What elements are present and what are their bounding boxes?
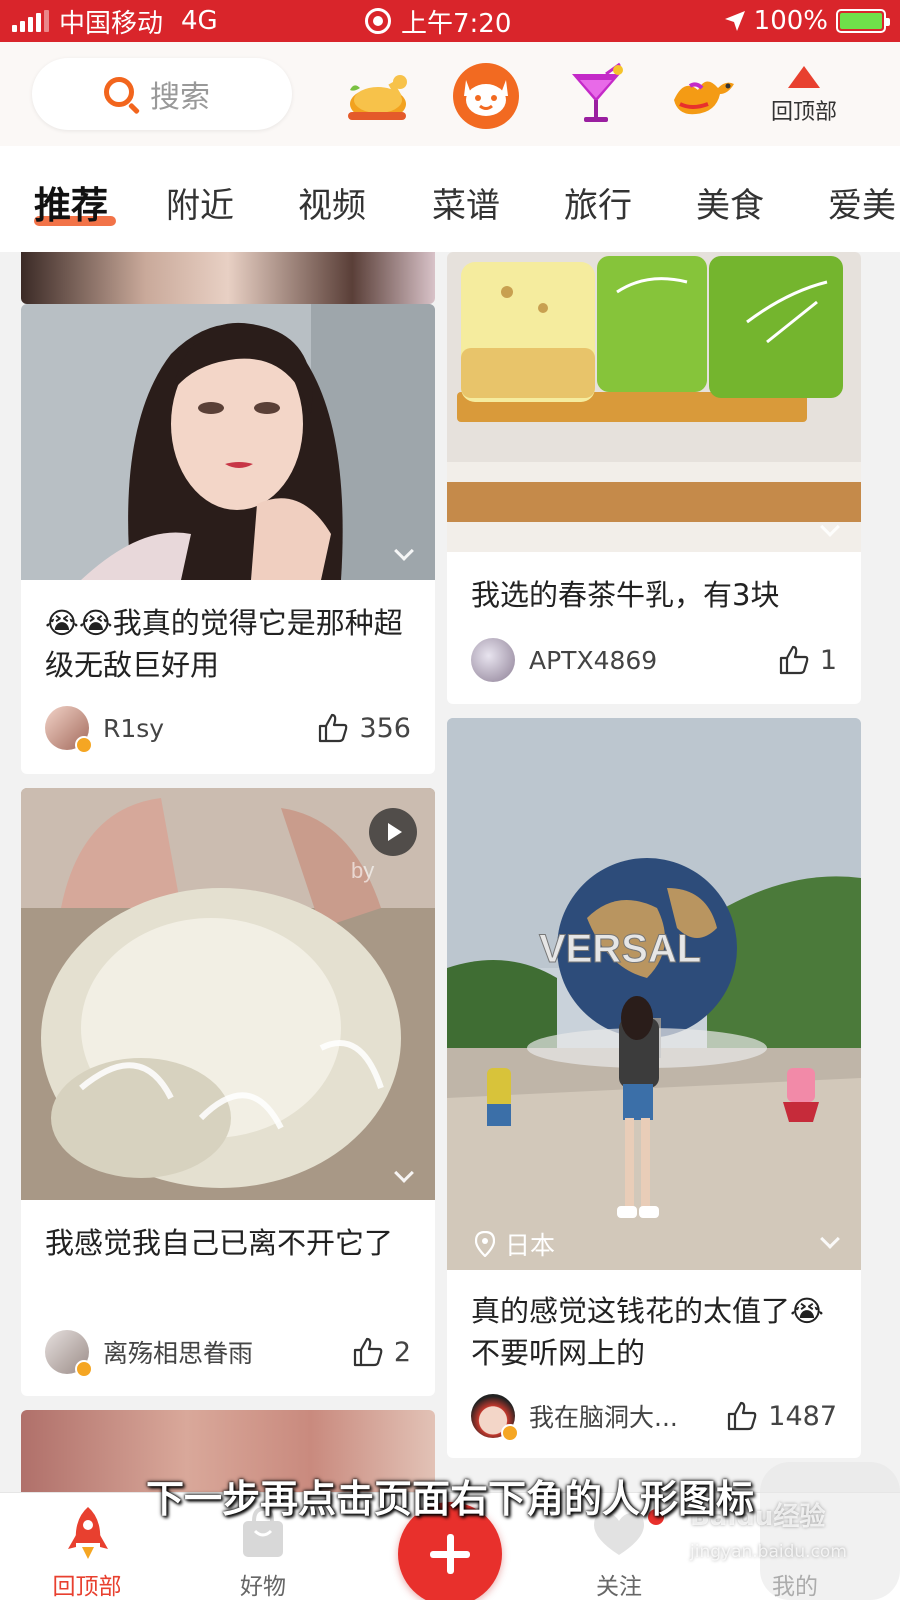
back-to-top-button[interactable]: 回顶部 bbox=[768, 66, 840, 126]
search-placeholder: 搜索 bbox=[150, 80, 210, 115]
feed: 😭😭我真的觉得它是那种超级无敌巨好用 R1sy 356 我选的春茶牛乳，有3块 … bbox=[0, 252, 900, 1492]
cocktail-icon[interactable] bbox=[560, 60, 632, 132]
verified-badge-icon bbox=[501, 1424, 519, 1442]
tab-recipes[interactable]: 菜谱 bbox=[432, 178, 500, 227]
feed-card[interactable]: VERSAL 日本 真的感觉这钱花的太值了😭不要听网上的 我在脑洞大... 14… bbox=[447, 718, 861, 1458]
thumbs-up-icon bbox=[779, 645, 809, 675]
play-icon[interactable] bbox=[369, 808, 417, 856]
tab-video[interactable]: 视频 bbox=[298, 178, 366, 227]
feed-card-partial[interactable] bbox=[21, 1410, 435, 1492]
card-image-video: by bbox=[21, 788, 435, 1200]
like-count: 1487 bbox=[768, 1400, 837, 1432]
carrier-name: 中国移动 bbox=[59, 8, 164, 39]
card-title: 我感觉我自己已离不开它了 bbox=[45, 1226, 394, 1260]
like-count: 2 bbox=[393, 1336, 411, 1368]
roast-chicken-icon[interactable] bbox=[340, 60, 412, 132]
feed-card[interactable]: 我选的春茶牛乳，有3块 APTX4869 1 bbox=[447, 252, 861, 704]
signal-icon bbox=[12, 10, 49, 32]
heart-icon bbox=[594, 1513, 644, 1555]
watermark: Baidu经验 jingyan.baidu.com bbox=[690, 1496, 890, 1586]
avatar[interactable] bbox=[45, 1330, 93, 1378]
card-title: 我选的春茶牛乳，有3块 bbox=[471, 578, 780, 612]
notification-dot bbox=[648, 1509, 664, 1525]
card-meta: APTX4869 1 bbox=[471, 638, 837, 682]
card-title: 😭😭我真的觉得它是那种超级无敌巨好用 bbox=[45, 606, 403, 682]
card-meta: R1sy 356 bbox=[45, 706, 411, 754]
thumbs-up-icon bbox=[728, 1401, 757, 1431]
card-meta: 离殇相思眷雨 2 bbox=[45, 1330, 411, 1378]
verified-badge-icon bbox=[75, 736, 93, 754]
back-to-top-label: 回顶部 bbox=[770, 100, 837, 125]
card-image-portrait bbox=[21, 304, 435, 580]
search-icon bbox=[104, 77, 134, 107]
location-name: 日本 bbox=[505, 1231, 556, 1260]
video-overlay-text: by bbox=[351, 858, 374, 883]
tab-recommend[interactable]: 推荐 bbox=[34, 175, 108, 229]
tab-nearby[interactable]: 附近 bbox=[166, 178, 234, 227]
like-button[interactable]: 2 bbox=[352, 1336, 411, 1368]
author-name[interactable]: APTX4869 bbox=[529, 646, 778, 675]
verified-badge-icon bbox=[75, 1360, 93, 1378]
feed-card[interactable]: by 我感觉我自己已离不开它了 离殇相思眷雨 2 bbox=[21, 788, 435, 1396]
rocket-icon bbox=[68, 1507, 108, 1559]
tab-beauty[interactable]: 爱美 bbox=[828, 178, 896, 227]
nav-label: 好物 bbox=[240, 1574, 286, 1600]
like-button[interactable]: 356 bbox=[317, 712, 411, 744]
shopping-bag-icon bbox=[243, 1507, 283, 1557]
search-bar[interactable]: 搜索 bbox=[32, 58, 292, 130]
create-post-button[interactable] bbox=[398, 1502, 502, 1600]
thumbs-up-icon bbox=[319, 713, 348, 743]
tab-travel[interactable]: 旅行 bbox=[564, 178, 632, 227]
cat-face-icon[interactable] bbox=[450, 60, 522, 132]
feed-card[interactable]: 😭😭我真的觉得它是那种超级无敌巨好用 R1sy 356 bbox=[21, 304, 435, 774]
status-bar: 中国移动 4G 上午7:20 100% bbox=[0, 0, 900, 42]
watermark-url: jingyan.baidu.com bbox=[690, 1542, 847, 1562]
location-pin-icon bbox=[475, 1231, 495, 1257]
location-arrow-icon bbox=[724, 11, 745, 31]
avatar[interactable] bbox=[471, 638, 515, 682]
battery-icon bbox=[836, 9, 890, 33]
card-image-theme-park: VERSAL bbox=[447, 718, 861, 1270]
nav-back-to-top[interactable]: 回顶部 bbox=[22, 1493, 152, 1600]
clock: 上午7:20 bbox=[401, 8, 512, 39]
watermark-brand: Baidu经验 bbox=[690, 1502, 826, 1532]
nav-goods[interactable]: 好物 bbox=[198, 1493, 328, 1600]
like-count: 1 bbox=[819, 644, 837, 676]
screen-record-icon bbox=[365, 8, 391, 34]
tab-food[interactable]: 美食 bbox=[696, 178, 764, 227]
author-name[interactable]: R1sy bbox=[103, 714, 317, 743]
card-meta: 我在脑洞大... 1487 bbox=[471, 1394, 837, 1442]
card-image-cake bbox=[447, 252, 861, 552]
nav-label: 关注 bbox=[596, 1574, 642, 1600]
network-type: 4G bbox=[181, 6, 218, 36]
avatar[interactable] bbox=[471, 1394, 519, 1442]
like-button[interactable]: 1 bbox=[778, 644, 837, 676]
like-count: 356 bbox=[359, 712, 411, 744]
avatar[interactable] bbox=[45, 706, 93, 754]
author-name[interactable]: 离殇相思眷雨 bbox=[103, 1334, 352, 1370]
card-title: 真的感觉这钱花的太值了😭不要听网上的 bbox=[471, 1294, 824, 1370]
nav-follow[interactable]: 关注 bbox=[554, 1493, 684, 1600]
like-button[interactable]: 1487 bbox=[726, 1400, 837, 1432]
feed-card-partial[interactable] bbox=[21, 252, 435, 304]
top-header: 搜索 回顶部 bbox=[0, 42, 900, 146]
up-arrow-icon bbox=[788, 66, 820, 88]
author-name[interactable]: 我在脑洞大... bbox=[529, 1398, 726, 1434]
location-tag[interactable]: 日本 bbox=[475, 1226, 555, 1262]
battery-percent: 100% bbox=[753, 6, 828, 36]
thumbs-up-icon bbox=[353, 1337, 383, 1367]
nav-label: 回顶部 bbox=[52, 1574, 122, 1600]
category-tabs: 推荐 附近 视频 菜谱 旅行 美食 爱美 bbox=[0, 146, 900, 252]
camel-icon[interactable] bbox=[668, 60, 740, 132]
park-sign-text: VERSAL bbox=[539, 927, 701, 971]
